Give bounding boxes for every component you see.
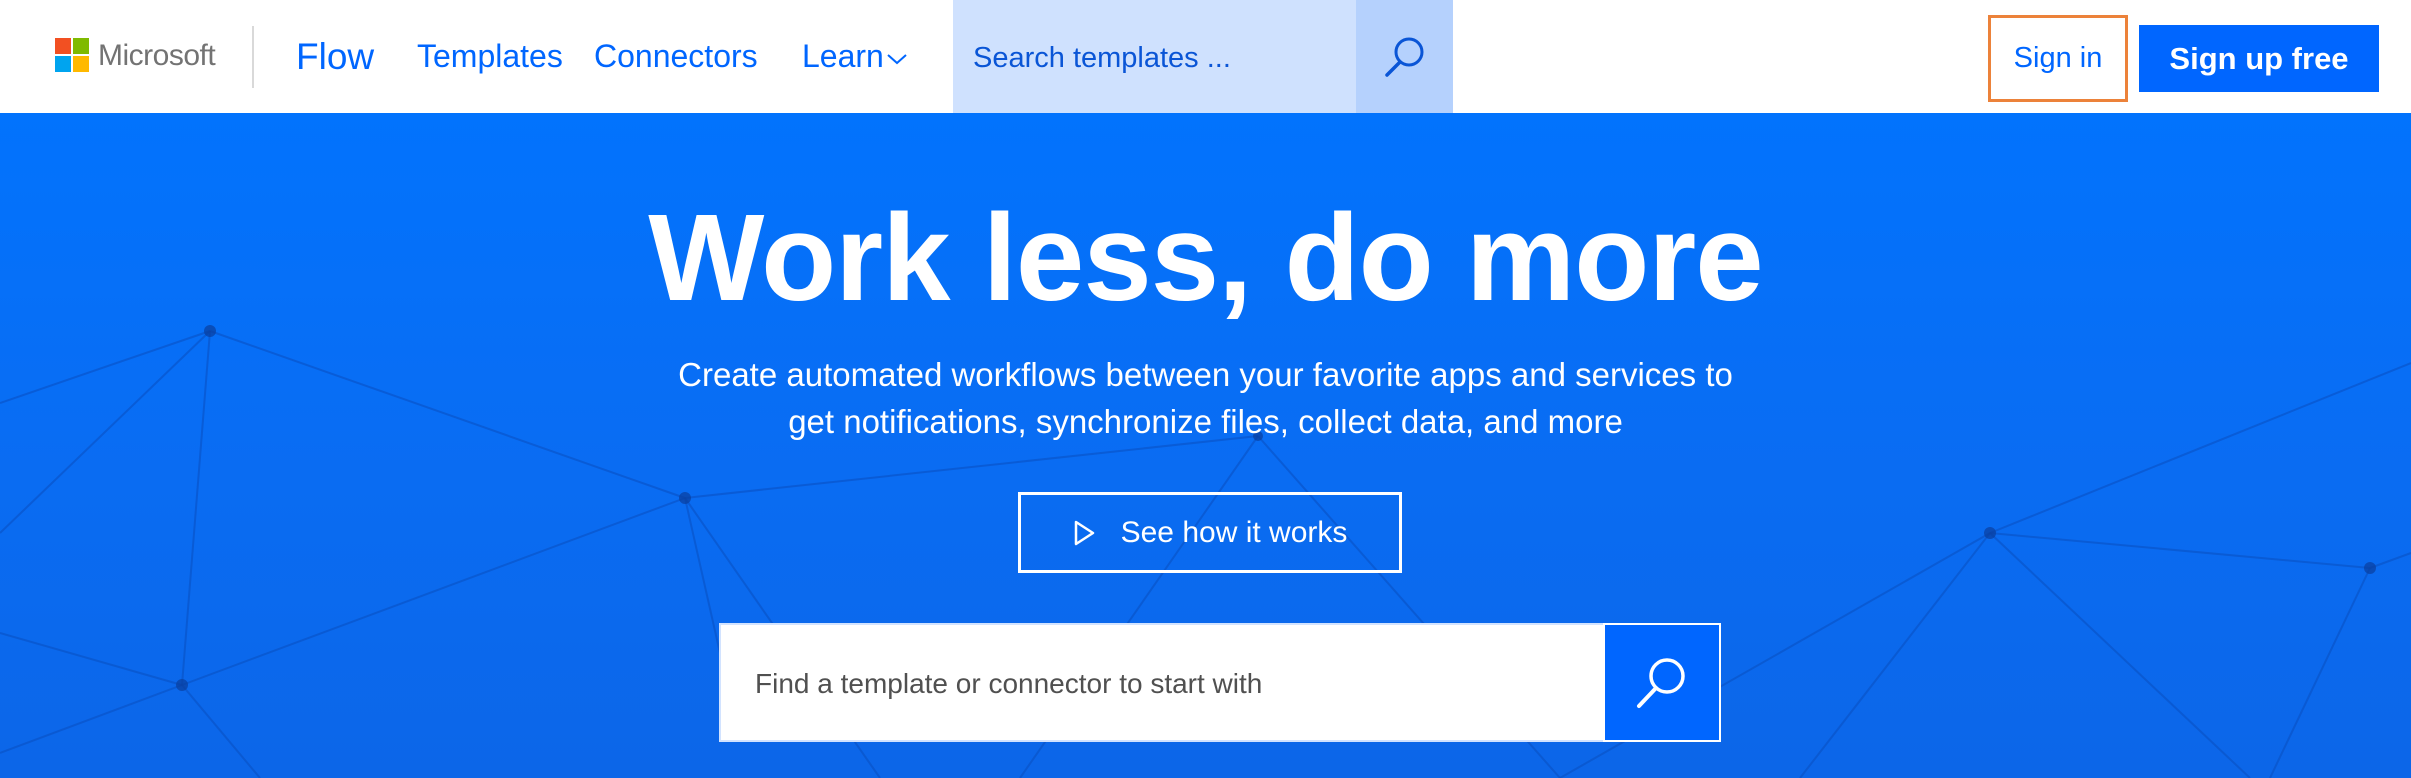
- see-how-it-works-button[interactable]: See how it works: [1018, 492, 1402, 573]
- hero-search-box: [719, 623, 1721, 742]
- nav-learn-dropdown[interactable]: Learn: [802, 38, 908, 75]
- nav-divider: [252, 26, 254, 88]
- sign-in-button[interactable]: Sign in: [1988, 15, 2128, 102]
- nav-templates-link[interactable]: Templates: [417, 38, 563, 75]
- search-icon: [1384, 37, 1423, 77]
- nav-search-box: [953, 0, 1356, 113]
- nav-connectors-link[interactable]: Connectors: [594, 38, 758, 75]
- nav-flow-link[interactable]: Flow: [296, 36, 374, 78]
- hero-search-input[interactable]: [755, 661, 1575, 707]
- nav-learn-label: Learn: [802, 38, 884, 74]
- hero-title: Work less, do more: [648, 190, 1763, 327]
- hero-section: Work less, do more Create automated work…: [0, 113, 2411, 778]
- microsoft-logo-icon[interactable]: [55, 38, 89, 72]
- hero-subtitle-line-2: get notifications, synchronize files, co…: [788, 403, 1623, 440]
- chevron-down-icon: [887, 53, 907, 64]
- sign-up-button[interactable]: Sign up free: [2139, 25, 2379, 92]
- top-nav: Microsoft Flow Templates Connectors Lear…: [0, 0, 2411, 113]
- nav-search-input[interactable]: [973, 36, 1343, 80]
- nav-search-button[interactable]: [1356, 0, 1453, 113]
- microsoft-wordmark[interactable]: Microsoft: [98, 39, 216, 73]
- search-icon: [1637, 657, 1685, 708]
- hero-subtitle-line-1: Create automated workflows between your …: [678, 356, 1733, 393]
- see-how-it-works-label: See how it works: [1120, 515, 1348, 549]
- hero-search-button[interactable]: [1603, 623, 1721, 742]
- play-icon: [1074, 520, 1094, 545]
- hero-subtitle: Create automated workflows between your …: [0, 351, 2411, 445]
